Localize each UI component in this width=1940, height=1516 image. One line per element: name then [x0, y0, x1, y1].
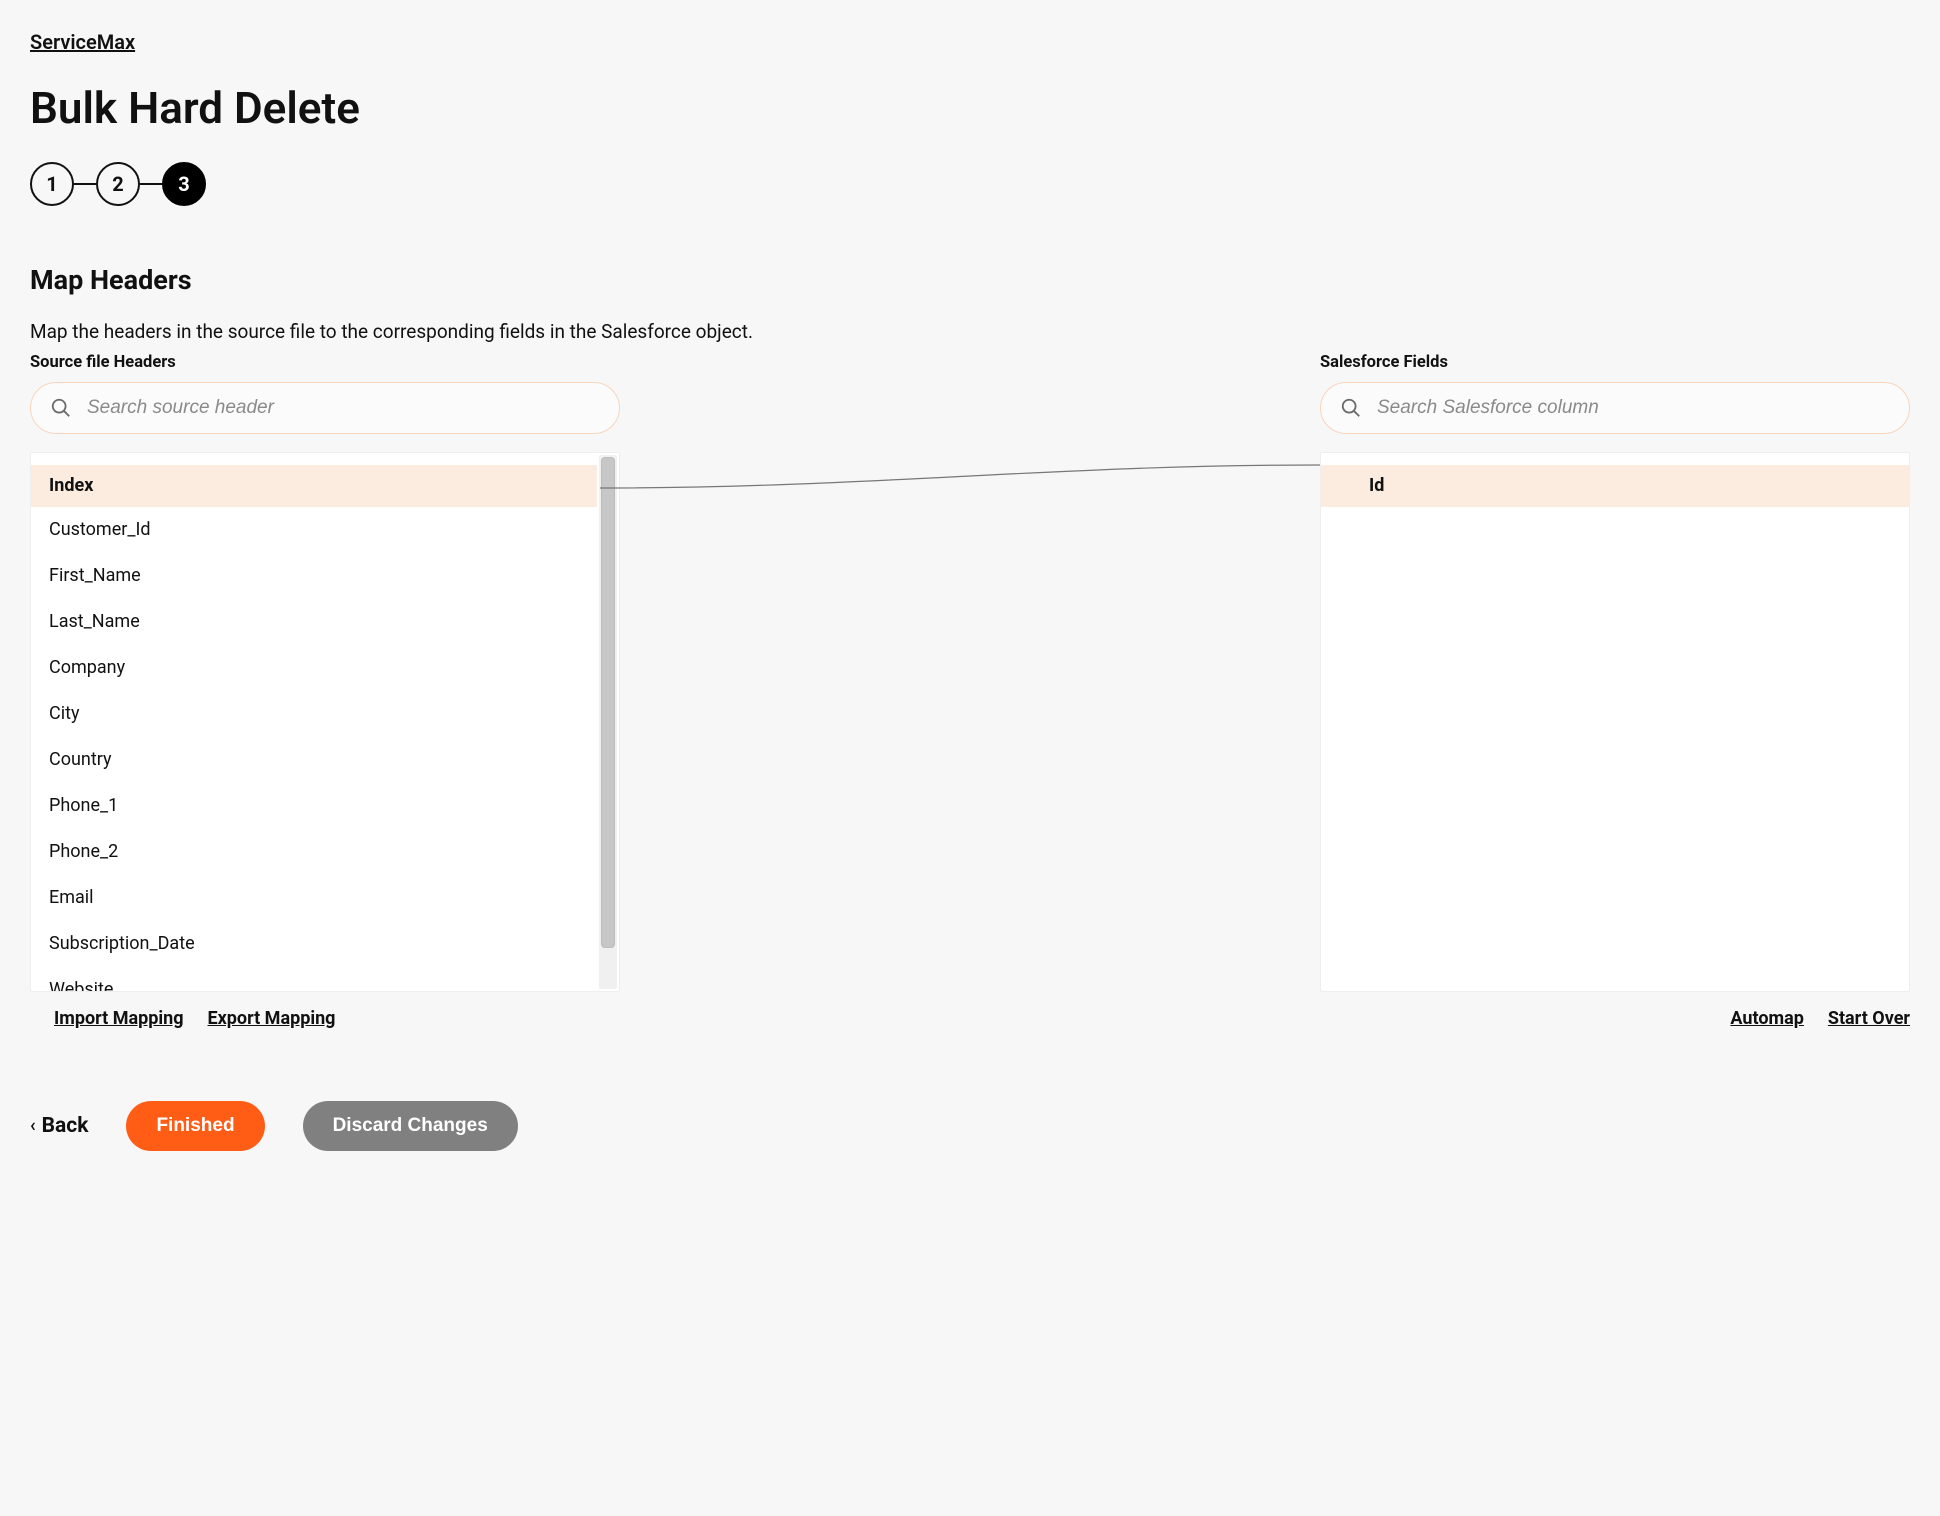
automap-link[interactable]: Automap — [1730, 1008, 1803, 1029]
salesforce-fields-label: Salesforce Fields — [1320, 353, 1910, 372]
source-scrollbar-thumb[interactable] — [601, 457, 615, 948]
step-connector — [74, 183, 96, 185]
source-item[interactable]: Phone_2 — [31, 829, 597, 875]
step-1[interactable]: 1 — [30, 162, 74, 206]
search-source-input[interactable] — [30, 382, 620, 434]
stepper: 123 — [30, 162, 1910, 206]
search-salesforce-input[interactable] — [1320, 382, 1910, 434]
breadcrumb-servicemax[interactable]: ServiceMax — [30, 30, 135, 54]
section-description: Map the headers in the source file to th… — [30, 320, 1910, 343]
source-item[interactable]: Last_Name — [31, 599, 597, 645]
source-item[interactable]: Customer_Id — [31, 507, 597, 553]
search-icon — [50, 397, 72, 419]
target-item[interactable]: Id — [1321, 465, 1909, 507]
source-item[interactable]: Email — [31, 875, 597, 921]
back-label: Back — [42, 1114, 89, 1138]
salesforce-fields-list: Id — [1320, 452, 1910, 992]
page-title: Bulk Hard Delete — [30, 82, 1910, 134]
source-headers-label: Source file Headers — [30, 353, 620, 372]
step-connector — [140, 183, 162, 185]
source-item[interactable]: City — [31, 691, 597, 737]
source-headers-list: IndexCustomer_IdFirst_NameLast_NameCompa… — [30, 452, 620, 992]
mapping-connector — [600, 453, 1320, 633]
export-link[interactable]: Export Mapping — [208, 1008, 336, 1029]
startover-link[interactable]: Start Over — [1828, 1008, 1910, 1029]
back-button[interactable]: ‹ Back — [30, 1114, 88, 1138]
import-link[interactable]: Import Mapping — [54, 1008, 184, 1029]
source-scrollbar[interactable] — [599, 455, 617, 989]
source-item[interactable]: Country — [31, 737, 597, 783]
source-item[interactable]: Company — [31, 645, 597, 691]
source-item[interactable]: Phone_1 — [31, 783, 597, 829]
step-3[interactable]: 3 — [162, 162, 206, 206]
finished-button[interactable]: Finished — [126, 1101, 264, 1151]
step-2[interactable]: 2 — [96, 162, 140, 206]
source-item[interactable]: First_Name — [31, 553, 597, 599]
source-item[interactable]: Website — [31, 967, 597, 991]
source-item[interactable]: Index — [31, 465, 597, 507]
chevron-left-icon: ‹ — [30, 1117, 36, 1135]
search-icon — [1340, 397, 1362, 419]
section-title: Map Headers — [30, 264, 1910, 296]
discard-changes-button[interactable]: Discard Changes — [303, 1101, 518, 1151]
source-item[interactable]: Subscription_Date — [31, 921, 597, 967]
